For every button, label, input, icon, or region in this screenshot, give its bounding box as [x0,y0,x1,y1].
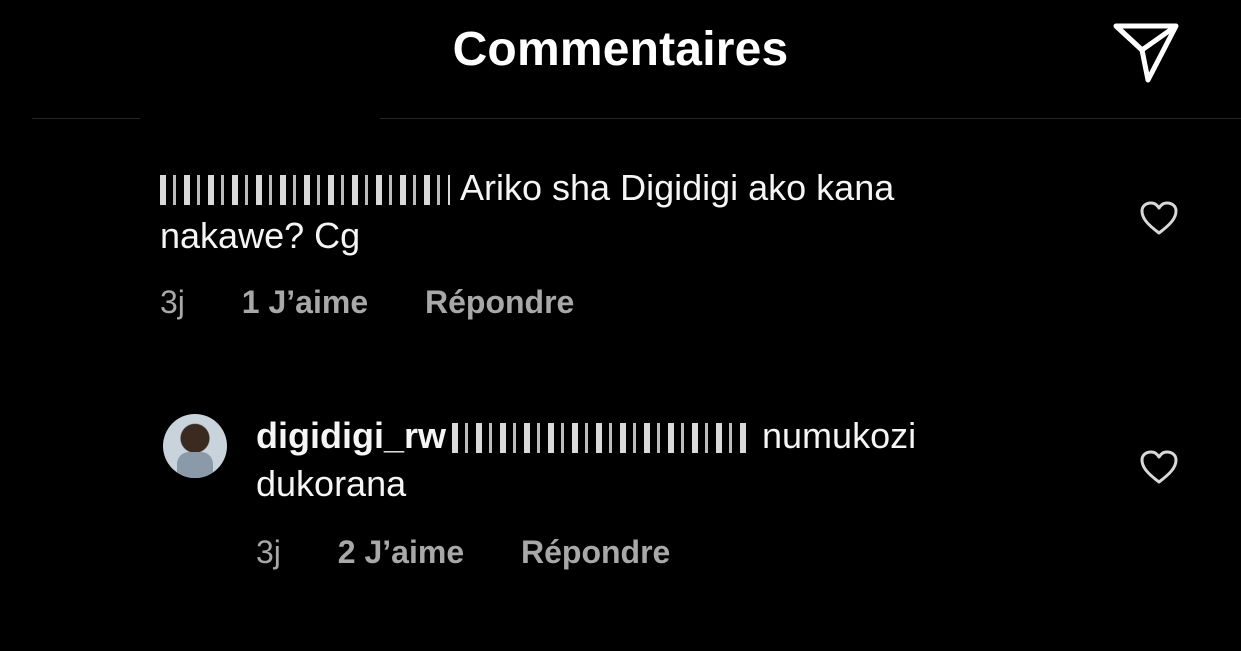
comment-body: Ariko sha Digidigi ako kana nakawe? Cg [160,164,1060,260]
comment-item: digidigi_rw numukozi dukorana 3j 2 J’aime… [0,410,1241,590]
divider-gap [140,117,380,120]
share-button[interactable] [1110,20,1182,86]
heart-icon[interactable] [1139,449,1179,485]
divider-gap [0,117,32,120]
likes-count[interactable]: 2 J’aime [338,534,464,570]
comment-text-line: nakawe? Cg [160,215,361,256]
comment-username[interactable]: digidigi_rw [256,415,446,456]
page-title: Commentaires [452,23,789,76]
comment-time: 3j [256,534,281,570]
header: Commentaires [0,0,1241,118]
comment-time: 3j [160,284,185,320]
heart-icon[interactable] [1139,200,1179,236]
comment-text-line: dukorana [256,463,407,504]
comment-item: Ariko sha Digidigi ako kana nakawe? Cg 3… [0,160,1241,340]
comments-screen: Commentaires Ariko sha Digidigi ako kana… [0,0,1241,651]
comment-meta: 3j 2 J’aime Répondre [256,534,718,571]
comment-body: digidigi_rw numukozi dukorana [256,412,1116,508]
likes-count[interactable]: 1 J’aime [242,284,368,320]
redacted-mention [452,423,753,454]
comment-text-line: numukozi [762,415,917,456]
redacted-username [160,175,450,206]
reply-button[interactable]: Répondre [521,534,670,570]
reply-button[interactable]: Répondre [425,284,574,320]
comment-meta: 3j 1 J’aime Répondre [160,284,622,321]
avatar[interactable] [163,414,227,478]
comment-text-line: Ariko sha Digidigi ako kana [460,167,895,208]
avatar-figure [177,452,213,478]
paper-plane-icon [1113,23,1179,83]
